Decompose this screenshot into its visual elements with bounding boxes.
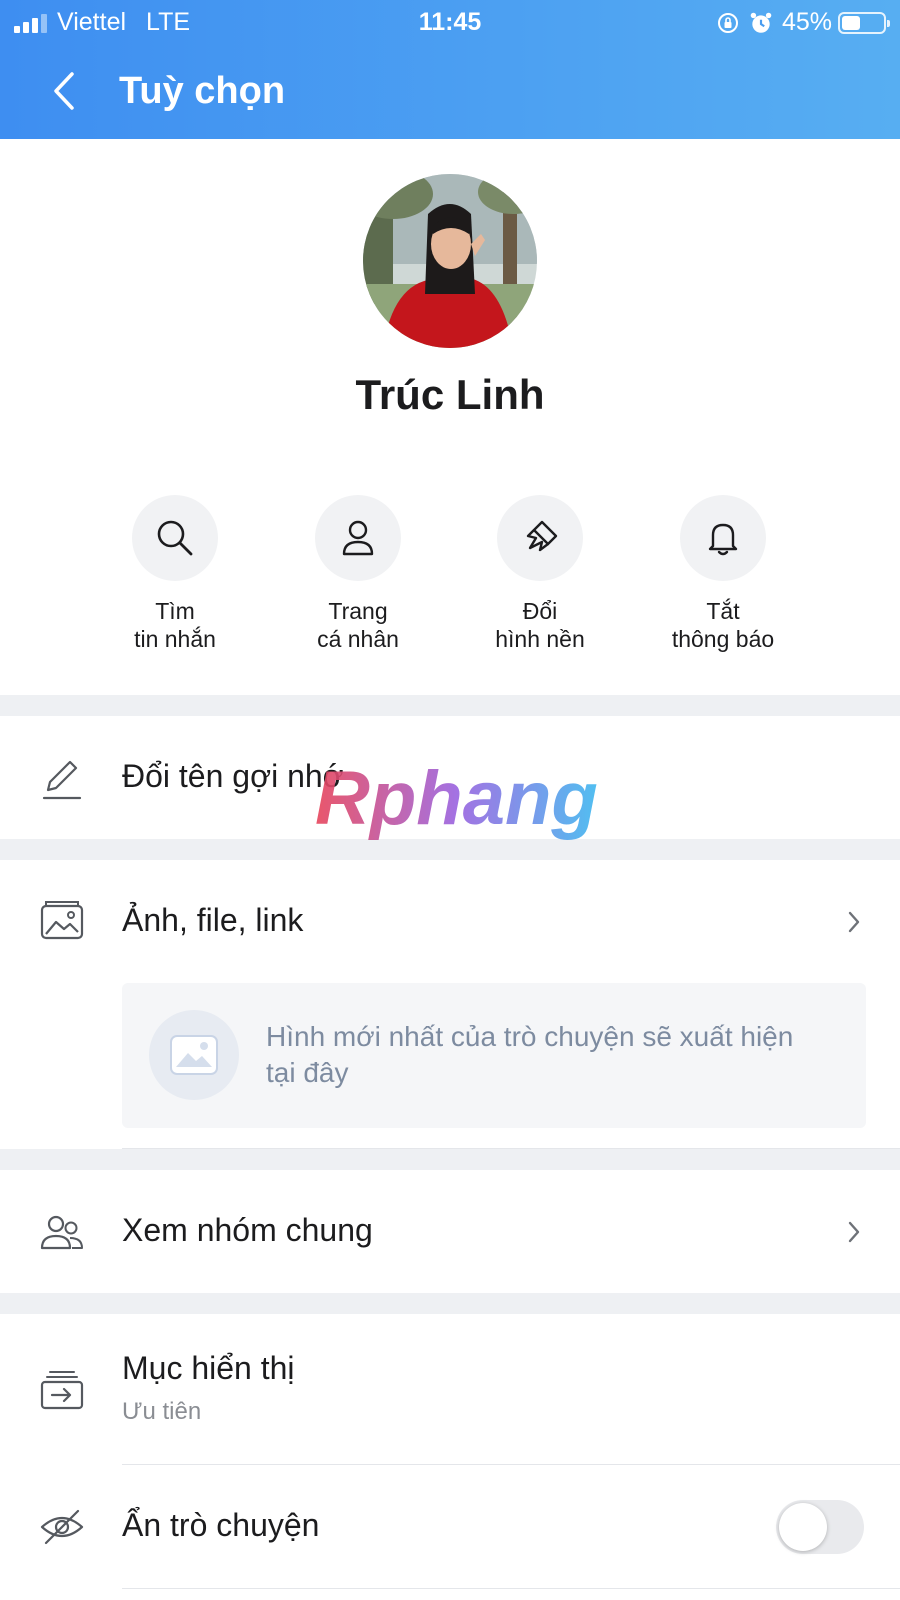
rename-label: Đổi tên gợi nhớ <box>122 758 344 794</box>
hide-chat-toggle[interactable] <box>776 1500 864 1554</box>
eye-off-icon <box>40 1509 84 1545</box>
action-label: Trang cá nhân <box>268 597 448 653</box>
action-label: Đổi hình nền <box>450 597 630 653</box>
action-circle[interactable] <box>315 495 401 581</box>
common-groups-row[interactable]: Xem nhóm chung <box>0 1170 900 1293</box>
watermark-logo: Rphang <box>315 762 598 841</box>
page-title: Tuỳ chọn <box>119 70 286 112</box>
action-label-line1: Tìm <box>155 598 195 624</box>
contact-name: Trúc Linh <box>355 371 545 418</box>
action-label: Tắt thông báo <box>633 597 813 653</box>
battery-icon <box>838 11 890 34</box>
action-label-line2: hình nền <box>495 626 585 652</box>
hide-chat-label: Ẩn trò chuyện <box>122 1507 320 1543</box>
avatar[interactable] <box>363 174 537 348</box>
action-change-background[interactable]: Đổi hình nền <box>450 495 630 653</box>
action-circle[interactable] <box>680 495 766 581</box>
battery-percent: 45% <box>781 8 832 36</box>
photo-folder-icon <box>40 901 84 940</box>
action-label-line2: thông báo <box>671 626 775 652</box>
priority-inbox-icon <box>40 1371 84 1410</box>
action-label: Tìm tin nhắn <box>85 597 265 653</box>
battery-level-fill <box>842 15 860 30</box>
section-divider <box>0 695 900 716</box>
section-divider <box>0 1293 900 1314</box>
action-label-line1: Tắt <box>706 598 740 624</box>
bell-icon <box>708 523 738 556</box>
common-groups-label: Xem nhóm chung <box>122 1212 373 1248</box>
action-mute-notifications[interactable]: Tắt thông báo <box>633 495 813 653</box>
media-label: Ảnh, file, link <box>122 902 304 938</box>
media-preview-empty: Hình mới nhất của trò chuyện sẽ xuất hiệ… <box>122 983 866 1128</box>
alarm-icon <box>750 12 772 33</box>
action-circle[interactable] <box>132 495 218 581</box>
action-label-line2: cá nhân <box>317 626 399 652</box>
navigation-bar: Tuỳ chọn <box>0 60 900 130</box>
action-profile[interactable]: Trang cá nhân <box>268 495 448 653</box>
toggle-knob <box>779 1503 827 1551</box>
search-icon <box>157 520 193 556</box>
action-label-line1: Trang <box>328 598 388 624</box>
action-circle[interactable] <box>497 495 583 581</box>
hide-chat-row: Ẩn trò chuyện <box>0 1465 900 1590</box>
pencil-icon <box>42 760 82 800</box>
status-bar: Viettel LTE 11:45 45% <box>0 0 900 46</box>
media-empty-message: Hình mới nhất của trò chuyện sẽ xuất hiệ… <box>266 1021 794 1088</box>
user-icon <box>342 520 374 556</box>
paintbrush-icon <box>526 520 558 552</box>
row-separator <box>122 1588 900 1589</box>
rotation-lock-icon <box>717 12 738 33</box>
display-section-row[interactable]: Mục hiển thị Ưu tiên <box>0 1314 900 1464</box>
avatar-photo <box>363 174 537 348</box>
group-users-icon <box>40 1215 83 1250</box>
media-row[interactable]: Ảnh, file, link <box>0 860 900 980</box>
display-section-value: Ưu tiên <box>122 1398 202 1425</box>
action-label-line2: tin nhắn <box>134 626 216 652</box>
image-placeholder-icon <box>149 1010 239 1100</box>
svg-text:Rphang: Rphang <box>315 762 598 841</box>
section-divider <box>0 1149 900 1170</box>
display-section-label: Mục hiển thị <box>122 1350 295 1386</box>
action-search-messages[interactable]: Tìm tin nhắn <box>85 495 265 653</box>
action-label-line1: Đổi <box>522 598 558 624</box>
header: Viettel LTE 11:45 45% Tuỳ chọn <box>0 0 900 139</box>
back-arrow-icon[interactable] <box>40 66 90 116</box>
chevron-right-icon <box>848 1221 860 1243</box>
chevron-right-icon <box>848 911 860 933</box>
